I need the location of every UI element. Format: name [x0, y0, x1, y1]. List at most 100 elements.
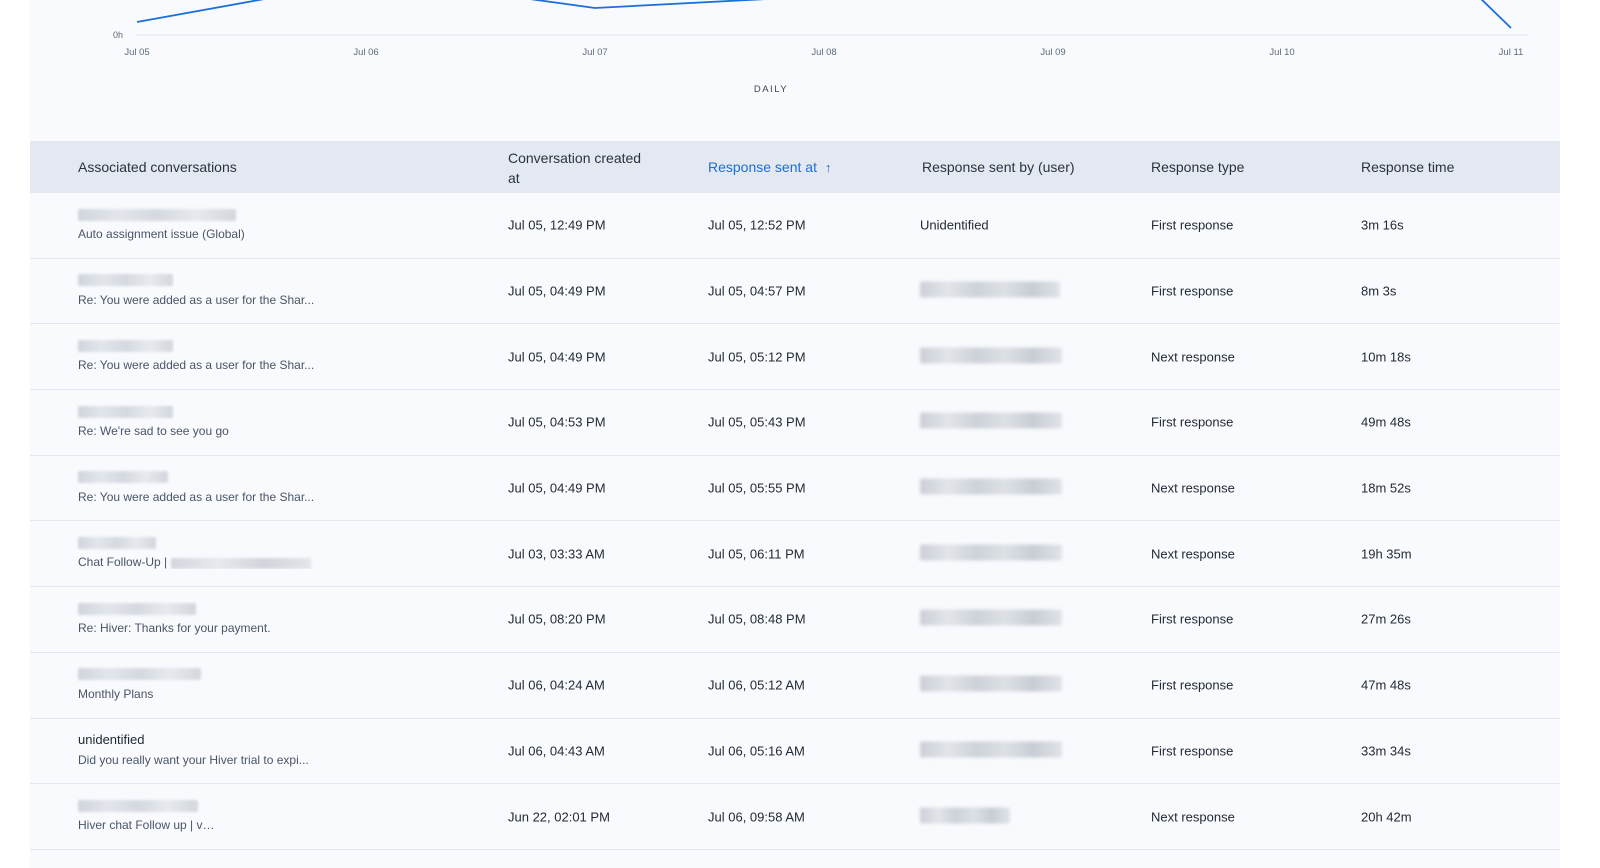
- x-tick-label: Jul 05: [124, 47, 150, 58]
- conversation-subject[interactable]: Did you really want your Hiver trial to …: [78, 753, 340, 767]
- redacted-user: [920, 347, 1062, 364]
- conversation-subject-text: Monthly Plans: [78, 686, 154, 701]
- conversation-subject[interactable]: Chat Follow-Up |: [78, 555, 340, 569]
- conversation-cell[interactable]: Re: You were added as a user for the Sha…: [78, 272, 338, 307]
- conversation-cell[interactable]: Monthly Plans: [78, 666, 338, 701]
- response-time-chart: 0h Jul 05 Jul 06 Jul 07 Jul 08 Jul 09 Ju…: [30, 0, 1560, 141]
- column-header-time[interactable]: Response time: [1361, 157, 1454, 177]
- table-row[interactable]: Re: We're sad to see you go Jul 05, 04:5…: [30, 390, 1560, 456]
- response-type-cell: First response: [1151, 414, 1234, 430]
- response-time-cell: 49m 48s: [1361, 414, 1411, 430]
- conversation-title: [78, 797, 338, 813]
- created-at-cell: Jul 05, 12:49 PM: [508, 217, 606, 233]
- conversation-cell[interactable]: Auto assignment issue (Global): [78, 206, 338, 241]
- y-tick-label: 0h: [113, 30, 124, 40]
- column-header-created-line2: at: [508, 170, 520, 186]
- table-row[interactable]: Chat Follow-Up | Jul 03, 03:33 AM Jul 05…: [30, 521, 1560, 588]
- redacted-contact: [78, 274, 173, 287]
- table-row[interactable]: Monthly Plans Jul 06, 04:24 AM Jul 06, 0…: [30, 652, 1560, 719]
- report-panel: 0h Jul 05 Jul 06 Jul 07 Jul 08 Jul 09 Ju…: [30, 0, 1560, 868]
- conversation-subject-text: Re: You were added as a user for the Sha…: [78, 292, 315, 307]
- conversation-subject-text: Chat Follow-Up |: [78, 555, 168, 570]
- conversation-cell[interactable]: Chat Follow-Up |: [78, 534, 338, 569]
- table-row[interactable]: Re: You were added as a user for the Sha…: [30, 258, 1560, 325]
- redacted-user: [920, 675, 1062, 692]
- conversation-subject[interactable]: Hiver chat Follow up | v: [78, 818, 340, 832]
- table-row[interactable]: Re: You were added as a user for the Sha…: [30, 324, 1560, 391]
- response-type-cell: First response: [1151, 217, 1234, 233]
- conversation-subject[interactable]: Re: You were added as a user for the Sha…: [78, 358, 340, 372]
- table-row[interactable]: unidentified Did you really want your Hi…: [30, 718, 1560, 785]
- conversation-cell[interactable]: Re: Hiver: Thanks for your payment.: [78, 600, 338, 635]
- table-row[interactable]: Auto assignment issue (Global) Jul 05, 1…: [30, 193, 1560, 259]
- sent-at-cell: Jul 06, 05:12 AM: [708, 677, 805, 693]
- conversation-cell[interactable]: unidentified Did you really want your Hi…: [78, 732, 338, 767]
- x-tick-label: Jul 06: [353, 47, 379, 58]
- redacted-text: [206, 820, 340, 832]
- response-type-cell: First response: [1151, 677, 1234, 693]
- conversation-title: unidentified: [78, 732, 338, 748]
- column-header-created[interactable]: Conversation created at: [508, 148, 641, 188]
- conversation-subject[interactable]: Re: Hiver: Thanks for your payment.: [78, 621, 340, 635]
- responses-table: Associated conversations Conversation cr…: [30, 141, 1560, 850]
- conversation-subject[interactable]: Re: We're sad to see you go: [78, 424, 340, 438]
- table-row[interactable]: Re: You were added as a user for the Sha…: [30, 455, 1560, 522]
- conversation-subject[interactable]: Auto assignment issue (Global): [78, 227, 340, 241]
- conversation-subject[interactable]: Re: You were added as a user for the Sha…: [78, 490, 340, 504]
- redacted-contact: [78, 471, 168, 484]
- created-at-cell: Jul 06, 04:43 AM: [508, 743, 605, 759]
- redacted-contact: [78, 668, 201, 681]
- redacted-user: [920, 544, 1062, 561]
- conversation-title: [78, 403, 338, 419]
- created-at-cell: Jul 05, 04:49 PM: [508, 480, 606, 496]
- sent-at-cell: Jul 06, 05:16 AM: [708, 743, 805, 759]
- series-line-segment-3: [1480, 0, 1512, 29]
- table-row[interactable]: Hiver chat Follow up | v Jun 22, 02:01 P…: [30, 784, 1560, 850]
- column-header-sent-at[interactable]: Response sent at ↑: [708, 157, 831, 178]
- sent-by-cell: [920, 544, 1062, 563]
- response-type-cell: Next response: [1151, 480, 1235, 496]
- conversation-subject-text: Hiver chat Follow up | v: [78, 818, 203, 833]
- sent-at-cell: Jul 05, 12:52 PM: [708, 217, 806, 233]
- sort-ascending-icon[interactable]: ↑: [825, 158, 832, 178]
- conversation-subject[interactable]: Re: You were added as a user for the Sha…: [78, 293, 340, 307]
- conversation-title: [78, 272, 338, 288]
- response-time-cell: 8m 3s: [1361, 283, 1397, 299]
- x-tick-label: Jul 08: [811, 47, 837, 58]
- conversation-cell[interactable]: Re: You were added as a user for the Sha…: [78, 469, 338, 504]
- column-header-type[interactable]: Response type: [1151, 157, 1244, 177]
- created-at-cell: Jul 05, 04:53 PM: [508, 414, 606, 430]
- conversation-subject[interactable]: Monthly Plans: [78, 687, 340, 701]
- sent-by-cell: [920, 609, 1062, 629]
- column-header-sent-by[interactable]: Response sent by (user): [922, 157, 1075, 177]
- response-time-cell: 47m 48s: [1361, 677, 1411, 693]
- redacted-user: [920, 412, 1062, 429]
- conversation-cell[interactable]: Hiver chat Follow up | v: [78, 797, 340, 832]
- response-type-cell: Next response: [1151, 349, 1235, 365]
- created-at-cell: Jul 05, 08:20 PM: [508, 611, 606, 627]
- column-header-created-line1: Conversation created: [508, 150, 642, 166]
- conversation-subject-text: Re: You were added as a user for the Sha…: [78, 489, 315, 504]
- conversation-cell[interactable]: Re: We're sad to see you go: [78, 403, 338, 438]
- table-row[interactable]: Re: Hiver: Thanks for your payment. Jul …: [30, 587, 1560, 653]
- column-header-conversations[interactable]: Associated conversations: [78, 157, 237, 177]
- sent-by-cell: Unidentified: [920, 218, 989, 233]
- redacted-contact: [78, 602, 196, 615]
- conversation-title: [78, 337, 338, 353]
- response-time-cell: 19h 35m: [1361, 546, 1412, 562]
- conversation-title: [78, 666, 338, 682]
- redacted-user: [920, 807, 1010, 824]
- conversation-cell[interactable]: Re: You were added as a user for the Sha…: [78, 337, 338, 372]
- table-body: Auto assignment issue (Global) Jul 05, 1…: [30, 193, 1560, 850]
- redacted-contact: [78, 799, 198, 812]
- redacted-user: [920, 741, 1062, 758]
- redacted-contact: [78, 208, 236, 221]
- response-time-cell: 10m 18s: [1361, 349, 1411, 365]
- redacted-text: [171, 557, 312, 569]
- sent-at-cell: Jul 05, 05:12 PM: [708, 349, 806, 365]
- sent-by-cell: [920, 675, 1062, 695]
- sent-by-cell: [920, 281, 1060, 301]
- sent-by-cell: [920, 478, 1062, 498]
- response-time-cell: 18m 52s: [1361, 480, 1411, 496]
- conversation-subject-text: Re: Hiver: Thanks for your payment.: [78, 621, 271, 636]
